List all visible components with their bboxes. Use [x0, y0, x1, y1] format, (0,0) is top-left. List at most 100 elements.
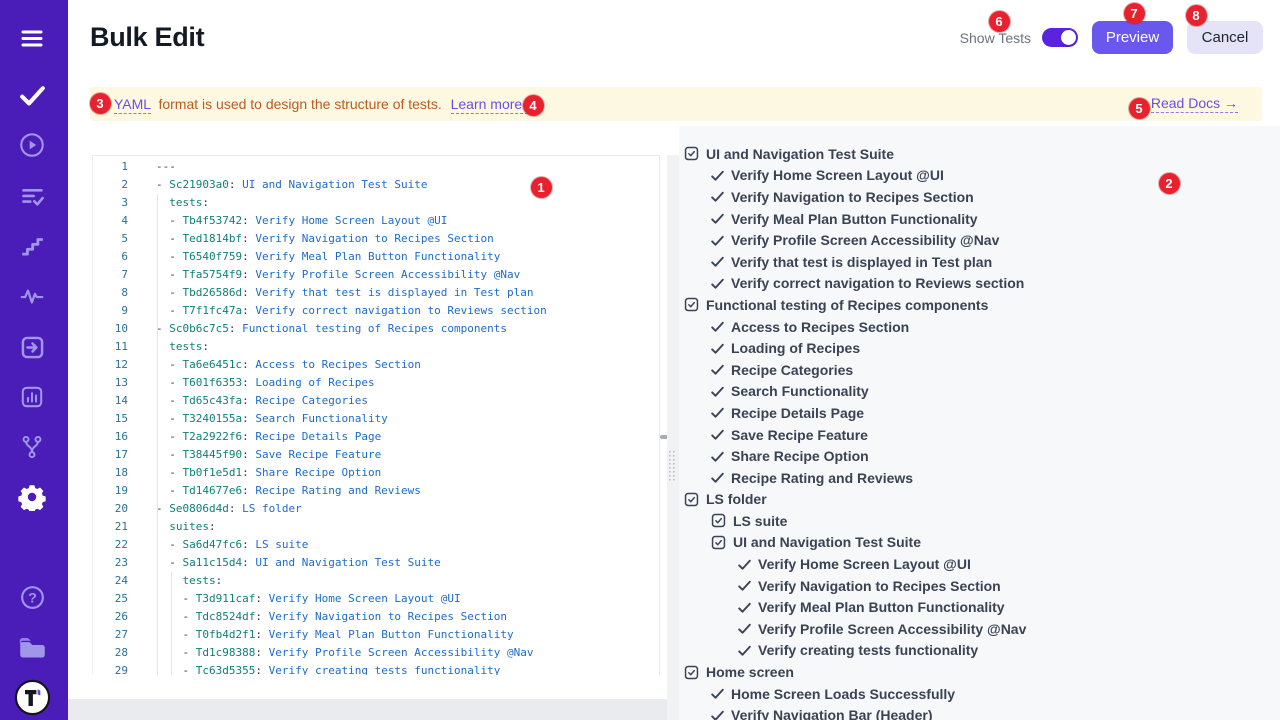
code-line[interactable]: - Tdc8524df: Verify Navigation to Recipe… — [156, 608, 547, 626]
yaml-link[interactable]: YAML — [114, 96, 151, 114]
code-line[interactable]: - Ted1814bf: Verify Navigation to Recipe… — [156, 230, 547, 248]
tree-test-row[interactable]: Verify creating tests functionality — [683, 640, 1280, 662]
test-check-icon — [710, 189, 725, 204]
code-line[interactable]: - Td65c43fa: Recipe Categories — [156, 392, 547, 410]
tree-item-label: Home Screen Loads Successfully — [731, 686, 955, 702]
code-line[interactable]: tests: — [156, 572, 547, 590]
test-plans-icon[interactable] — [0, 176, 64, 216]
code-line[interactable]: - Sa6d47fc6: LS suite — [156, 536, 547, 554]
tree-test-row[interactable]: Verify correct navigation to Reviews sec… — [683, 273, 1280, 295]
tree-suite-row[interactable]: UI and Navigation Test Suite — [683, 143, 1280, 165]
editor-bottom-strip — [68, 699, 679, 720]
runs-play-icon[interactable] — [0, 125, 64, 165]
tree-item-label: Functional testing of Recipes components — [706, 297, 988, 313]
main-content: Bulk Edit Show Tests Preview Cancel YAML… — [68, 0, 1280, 720]
tree-test-row[interactable]: Access to Recipes Section — [683, 316, 1280, 338]
code-line[interactable]: tests: — [156, 194, 547, 212]
tree-test-row[interactable]: Save Recipe Feature — [683, 424, 1280, 446]
import-icon[interactable] — [0, 327, 64, 367]
code-line[interactable]: - T38445f90: Save Recipe Feature — [156, 446, 547, 464]
tree-suite-row[interactable]: Functional testing of Recipes components — [683, 294, 1280, 316]
tree-suite-row[interactable]: LS suite — [683, 510, 1280, 532]
tree-test-row[interactable]: Recipe Categories — [683, 359, 1280, 381]
code-line[interactable]: - T2a2922f6: Recipe Details Page — [156, 428, 547, 446]
code-line[interactable]: - Td14677e6: Recipe Rating and Reviews — [156, 482, 547, 500]
code-line[interactable]: - Tbd26586d: Verify that test is display… — [156, 284, 547, 302]
settings-gear-icon[interactable] — [0, 477, 64, 517]
code-line[interactable]: --- — [156, 158, 547, 176]
code-line[interactable]: - T3240155a: Search Functionality — [156, 410, 547, 428]
show-tests-toggle[interactable] — [1042, 28, 1078, 47]
yaml-editor[interactable]: 1234567891011121314151617181920212223242… — [92, 155, 660, 675]
tree-test-row[interactable]: Home Screen Loads Successfully — [683, 683, 1280, 705]
code-line[interactable]: - T6540f759: Verify Meal Plan Button Fun… — [156, 248, 547, 266]
help-icon[interactable]: ? — [0, 577, 64, 617]
learn-more-link[interactable]: Learn more ↓ — [451, 96, 533, 114]
app-logo[interactable] — [0, 677, 64, 717]
read-docs-link[interactable]: Read Docs → — [1151, 95, 1238, 113]
code-line[interactable]: suites: — [156, 518, 547, 536]
tree-test-row[interactable]: Verify Profile Screen Accessibility @Nav — [683, 229, 1280, 251]
code-line[interactable]: - T0fb4d2f1: Verify Meal Plan Button Fun… — [156, 626, 547, 644]
pulse-icon[interactable] — [0, 276, 64, 316]
code-line[interactable]: - T3d911caf: Verify Home Screen Layout @… — [156, 590, 547, 608]
tree-item-label: UI and Navigation Test Suite — [706, 146, 894, 162]
tree-suite-row[interactable]: LS folder — [683, 489, 1280, 511]
test-check-icon — [710, 211, 725, 226]
code-line[interactable]: - Sc21903a0: UI and Navigation Test Suit… — [156, 176, 547, 194]
branch-icon[interactable] — [0, 427, 64, 467]
preview-button[interactable]: Preview — [1092, 21, 1173, 54]
tree-item-label: Save Recipe Feature — [731, 427, 868, 443]
resizer-grip-icon — [669, 451, 676, 483]
tree-suite-row[interactable]: UI and Navigation Test Suite — [683, 532, 1280, 554]
tree-test-row[interactable]: Verify Meal Plan Button Functionality — [683, 208, 1280, 230]
code-line[interactable]: - Se0806d4d: LS folder — [156, 500, 547, 518]
analytics-icon[interactable] — [0, 377, 64, 417]
annotation-badge-2: 2 — [1159, 173, 1180, 194]
code-line[interactable]: - Sc0b6c7c5: Functional testing of Recip… — [156, 320, 547, 338]
tree-test-row[interactable]: Share Recipe Option — [683, 445, 1280, 467]
panel-resizer[interactable] — [667, 155, 679, 720]
editor-code[interactable]: ---- Sc21903a0: UI and Navigation Test S… — [93, 158, 547, 675]
code-line[interactable]: - T7f1fc47a: Verify correct navigation t… — [156, 302, 547, 320]
code-line[interactable]: - Tc63d5355: Verify creating tests funct… — [156, 662, 547, 675]
tree-suite-row[interactable]: Home screen — [683, 661, 1280, 683]
tree-item-label: LS folder — [706, 491, 767, 507]
annotation-badge-5: 5 — [1129, 98, 1150, 119]
code-line[interactable]: - Td1c98388: Verify Profile Screen Acces… — [156, 644, 547, 662]
code-line[interactable]: - Tb0f1e5d1: Share Recipe Option — [156, 464, 547, 482]
tree-test-row[interactable]: Verify Home Screen Layout @UI — [683, 165, 1280, 187]
tree-test-row[interactable]: Recipe Details Page — [683, 402, 1280, 424]
tree-test-row[interactable]: Verify Profile Screen Accessibility @Nav — [683, 618, 1280, 640]
tree-test-row[interactable]: Recipe Rating and Reviews — [683, 467, 1280, 489]
tree-test-row[interactable]: Verify Navigation to Recipes Section — [683, 186, 1280, 208]
annotation-badge-8: 8 — [1186, 5, 1207, 26]
tree-test-row[interactable]: Verify Navigation to Recipes Section — [683, 575, 1280, 597]
tree-test-row[interactable]: Verify Navigation Bar (Header) — [683, 704, 1280, 720]
steps-icon[interactable] — [0, 226, 64, 266]
tree-test-row[interactable]: Verify Home Screen Layout @UI — [683, 553, 1280, 575]
test-check-icon — [737, 578, 752, 593]
tree-item-label: Search Functionality — [731, 383, 869, 399]
tests-check-icon[interactable] — [0, 75, 64, 115]
test-check-icon — [710, 384, 725, 399]
annotation-badge-7: 7 — [1124, 3, 1145, 24]
banner-text: format is used to design the structure o… — [158, 96, 441, 112]
cancel-button[interactable]: Cancel — [1187, 21, 1263, 54]
test-check-icon — [710, 168, 725, 183]
tree-test-row[interactable]: Search Functionality — [683, 381, 1280, 403]
tree-item-label: Verify Meal Plan Button Functionality — [731, 211, 978, 227]
projects-folder-icon[interactable] — [0, 627, 64, 667]
tree-test-row[interactable]: Verify Meal Plan Button Functionality — [683, 596, 1280, 618]
test-check-icon — [710, 470, 725, 485]
code-line[interactable]: - Tb4f53742: Verify Home Screen Layout @… — [156, 212, 547, 230]
tree-test-row[interactable]: Verify that test is displayed in Test pl… — [683, 251, 1280, 273]
tree-test-row[interactable]: Loading of Recipes — [683, 337, 1280, 359]
code-line[interactable]: - T601f6353: Loading of Recipes — [156, 374, 547, 392]
code-line[interactable]: - Sa11c15d4: UI and Navigation Test Suit… — [156, 554, 547, 572]
menu-icon[interactable] — [0, 18, 64, 58]
test-check-icon — [737, 557, 752, 572]
code-line[interactable]: tests: — [156, 338, 547, 356]
code-line[interactable]: - Tfa5754f9: Verify Profile Screen Acces… — [156, 266, 547, 284]
code-line[interactable]: - Ta6e6451c: Access to Recipes Section — [156, 356, 547, 374]
